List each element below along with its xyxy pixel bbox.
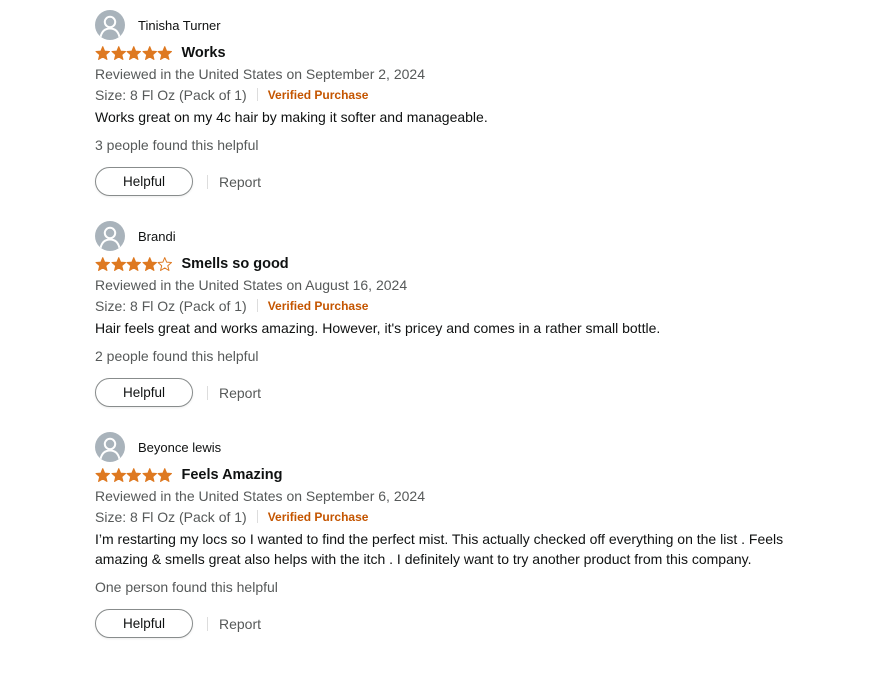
helpful-count: 3 people found this helpful bbox=[95, 137, 259, 153]
helpful-button[interactable]: Helpful bbox=[95, 167, 193, 196]
reviews-list: Tinisha Turner Works Reviewed in the Uni… bbox=[0, 0, 881, 673]
review-item: Beyonce lewis Feels Amazing Reviewed in … bbox=[95, 432, 855, 639]
review-date: Reviewed in the United States on Septemb… bbox=[95, 488, 425, 504]
helpful-button[interactable]: Helpful bbox=[95, 378, 193, 407]
product-variant[interactable]: Size: 8 Fl Oz (Pack of 1) bbox=[95, 298, 247, 314]
star-filled-icon bbox=[95, 256, 111, 272]
star-filled-icon bbox=[95, 467, 111, 483]
verified-purchase-badge: Verified Purchase bbox=[267, 298, 369, 313]
review-date: Reviewed in the United States on Septemb… bbox=[95, 66, 425, 82]
divider bbox=[256, 88, 258, 101]
star-rating[interactable] bbox=[95, 256, 173, 272]
review-item: Brandi Smells so good Reviewed in the Un… bbox=[95, 221, 855, 408]
reviewer-profile[interactable]: Brandi bbox=[95, 221, 855, 251]
divider bbox=[207, 174, 208, 189]
star-filled-icon bbox=[157, 45, 173, 61]
review-date: Reviewed in the United States on August … bbox=[95, 277, 408, 293]
user-silhouette-icon bbox=[95, 432, 125, 462]
review-body: Works great on my 4c hair by making it s… bbox=[95, 109, 488, 125]
star-rating[interactable] bbox=[95, 45, 173, 61]
star-filled-icon bbox=[111, 45, 127, 61]
report-link[interactable]: Report bbox=[219, 616, 261, 632]
reviewer-name[interactable]: Brandi bbox=[138, 229, 176, 244]
star-rating[interactable] bbox=[95, 467, 173, 483]
star-filled-icon bbox=[126, 256, 142, 272]
helpful-count: One person found this helpful bbox=[95, 579, 278, 595]
star-filled-icon bbox=[111, 256, 127, 272]
divider bbox=[207, 616, 208, 631]
review-title[interactable]: Feels Amazing bbox=[182, 467, 283, 483]
report-link[interactable]: Report bbox=[219, 174, 261, 190]
review-item: Tinisha Turner Works Reviewed in the Uni… bbox=[95, 10, 855, 197]
star-filled-icon bbox=[95, 45, 111, 61]
reviewer-name[interactable]: Tinisha Turner bbox=[138, 18, 221, 33]
user-silhouette-icon bbox=[95, 221, 125, 251]
star-filled-icon bbox=[142, 256, 158, 272]
divider bbox=[256, 299, 258, 312]
product-variant[interactable]: Size: 8 Fl Oz (Pack of 1) bbox=[95, 509, 247, 525]
helpful-count: 2 people found this helpful bbox=[95, 348, 259, 364]
star-filled-icon bbox=[142, 467, 158, 483]
review-body: Hair feels great and works amazing. Howe… bbox=[95, 320, 661, 336]
divider bbox=[256, 510, 258, 523]
reviewer-profile[interactable]: Tinisha Turner bbox=[95, 10, 855, 40]
verified-purchase-badge: Verified Purchase bbox=[267, 87, 369, 102]
helpful-button[interactable]: Helpful bbox=[95, 609, 193, 638]
user-silhouette-icon bbox=[95, 10, 125, 40]
star-filled-icon bbox=[126, 467, 142, 483]
report-link[interactable]: Report bbox=[219, 385, 261, 401]
verified-purchase-badge: Verified Purchase bbox=[267, 509, 369, 524]
review-title[interactable]: Works bbox=[182, 45, 226, 61]
reviewer-name[interactable]: Beyonce lewis bbox=[138, 440, 221, 455]
reviewer-profile[interactable]: Beyonce lewis bbox=[95, 432, 855, 462]
star-empty-icon bbox=[157, 256, 173, 272]
star-filled-icon bbox=[157, 467, 173, 483]
product-variant[interactable]: Size: 8 Fl Oz (Pack of 1) bbox=[95, 87, 247, 103]
star-filled-icon bbox=[142, 45, 158, 61]
review-body: I’m restarting my locs so I wanted to fi… bbox=[95, 531, 784, 567]
star-filled-icon bbox=[111, 467, 127, 483]
star-filled-icon bbox=[126, 45, 142, 61]
divider bbox=[207, 385, 208, 400]
review-title[interactable]: Smells so good bbox=[182, 256, 289, 272]
